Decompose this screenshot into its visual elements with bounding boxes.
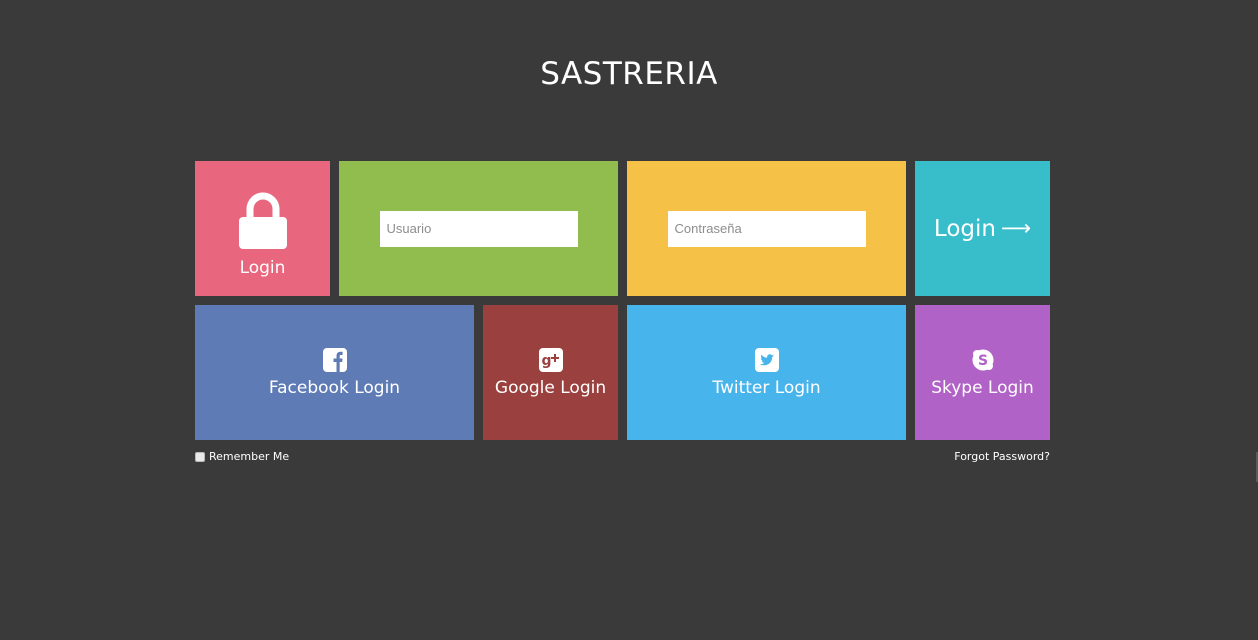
remember-me[interactable]: Remember Me bbox=[195, 450, 289, 463]
svg-text:S: S bbox=[978, 353, 988, 369]
facebook-login-label: Facebook Login bbox=[268, 377, 401, 398]
facebook-login-button[interactable]: Facebook Login bbox=[195, 305, 474, 440]
remember-me-label: Remember Me bbox=[209, 450, 290, 463]
login-button-label: Login bbox=[933, 215, 996, 242]
page-title: SASTRERIA bbox=[540, 56, 718, 92]
google-plus-icon: g bbox=[538, 347, 563, 372]
twitter-login-label: Twitter Login bbox=[712, 377, 821, 398]
lock-tile-label: Login bbox=[239, 257, 286, 278]
google-login-label: Google Login bbox=[494, 377, 607, 398]
twitter-icon bbox=[754, 347, 779, 372]
facebook-icon bbox=[322, 347, 347, 372]
skype-login-button[interactable]: S Skype Login bbox=[915, 305, 1050, 440]
username-input[interactable] bbox=[379, 210, 578, 247]
skype-icon: S bbox=[972, 349, 993, 370]
username-tile bbox=[339, 161, 618, 296]
login-button[interactable]: Login ⟶ bbox=[915, 161, 1050, 296]
login-page: SASTRERIA Login Login ⟶ Facebook Login bbox=[0, 0, 1258, 640]
skype-login-label: Skype Login bbox=[931, 377, 1034, 398]
login-button-content: Login ⟶ bbox=[934, 216, 1031, 242]
lock-tile: Login bbox=[195, 161, 330, 296]
remember-me-checkbox[interactable] bbox=[195, 451, 205, 462]
google-login-button[interactable]: g Google Login bbox=[483, 305, 618, 440]
forgot-password-link[interactable]: Forgot Password? bbox=[954, 450, 1050, 463]
password-tile bbox=[627, 161, 906, 296]
svg-text:g: g bbox=[541, 353, 551, 369]
twitter-login-button[interactable]: Twitter Login bbox=[627, 305, 906, 440]
lock-icon bbox=[238, 192, 287, 249]
arrow-right-icon: ⟶ bbox=[1000, 216, 1032, 240]
password-input[interactable] bbox=[667, 210, 866, 247]
